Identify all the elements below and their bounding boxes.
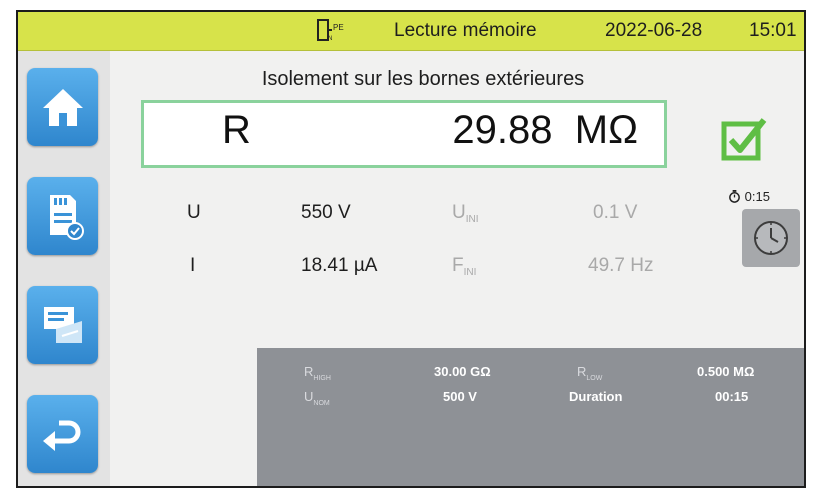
stopwatch-icon xyxy=(729,190,740,203)
uini-value: 0.1 V xyxy=(593,202,638,223)
sd-card-check-icon xyxy=(49,195,84,240)
device-screen: PE N Lecture mémoire 2022-06-28 15:01 Is… xyxy=(16,10,806,488)
rhigh-value: 30.00 GΩ xyxy=(434,364,491,379)
sidebar xyxy=(18,51,110,486)
report-icon xyxy=(43,307,82,343)
fini-value: 49.7 Hz xyxy=(588,255,654,276)
back-button[interactable] xyxy=(27,395,98,473)
result-unit: MΩ xyxy=(574,108,638,152)
svg-text:N: N xyxy=(328,36,332,42)
fini-sub: INI xyxy=(463,267,477,278)
unom-value: 500 V xyxy=(443,389,477,404)
i-value: 18.41 µA xyxy=(301,255,378,276)
rhigh-label: RHIGH xyxy=(304,364,331,382)
rlow-label: RLOW xyxy=(577,364,602,382)
unom-sub: NOM xyxy=(313,400,330,407)
unom-main: U xyxy=(304,389,314,404)
measurement-title: Isolement sur les bornes extérieures xyxy=(261,68,585,90)
uini-sub: INI xyxy=(465,214,479,225)
pass-check-icon xyxy=(721,118,767,161)
pin-ps-icon: PE N xyxy=(317,19,344,42)
result-value: 29.88 MΩ xyxy=(452,108,638,153)
home-icon xyxy=(42,89,83,126)
mode-label: Lecture mémoire xyxy=(394,20,537,41)
rlow-sub: LOW xyxy=(586,375,603,382)
i-label: I xyxy=(190,255,196,276)
u-value: 550 V xyxy=(301,202,351,223)
clock-icon xyxy=(754,221,788,255)
unom-label: UNOM xyxy=(304,389,330,407)
rhigh-sub: HIGH xyxy=(313,375,331,382)
rlow-value: 0.500 MΩ xyxy=(697,364,755,379)
uini-main: U xyxy=(452,202,466,223)
duration-label: Duration xyxy=(569,389,623,404)
memory-card-button[interactable] xyxy=(27,177,98,255)
back-arrow-icon xyxy=(42,420,80,451)
rhigh-main: R xyxy=(304,364,314,379)
parameters-panel: RHIGH 30.00 GΩ RLOW 0.500 MΩ UNOM 500 V … xyxy=(257,348,804,486)
status-bar: PE N Lecture mémoire 2022-06-28 15:01 xyxy=(18,12,804,51)
status-tag: PE xyxy=(333,23,344,32)
uini-label: UINI xyxy=(452,202,479,225)
fini-main: F xyxy=(452,255,464,276)
timer-readout: 0:15 xyxy=(728,189,770,204)
timer-value: 0:15 xyxy=(744,189,770,204)
time-display: 15:01 xyxy=(749,20,797,41)
result-label: R xyxy=(222,108,251,152)
duration-value: 00:15 xyxy=(715,389,749,404)
fini-label: FINI xyxy=(452,255,476,278)
report-button[interactable] xyxy=(27,286,98,364)
timer-button[interactable] xyxy=(742,209,800,267)
result-box: R 29.88 MΩ xyxy=(141,100,667,168)
u-label: U xyxy=(187,202,201,223)
date-display: 2022-06-28 xyxy=(605,20,703,41)
home-button[interactable] xyxy=(27,68,98,146)
rlow-main: R xyxy=(577,364,587,379)
result-number: 29.88 xyxy=(452,108,553,152)
